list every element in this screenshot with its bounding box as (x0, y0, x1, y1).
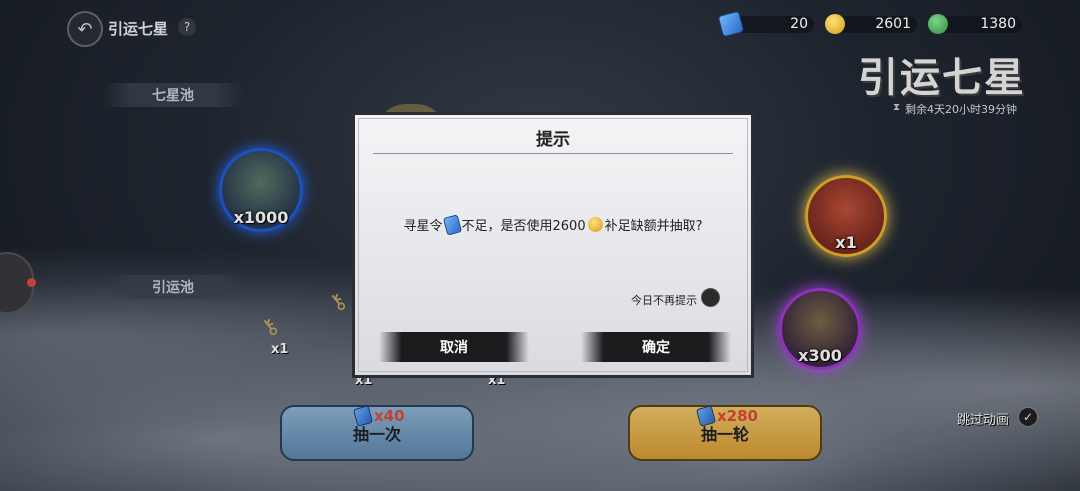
dont-remind-toggle[interactable] (701, 288, 720, 307)
jade-count: 1380 (980, 16, 1016, 32)
prompt-dialog: 提示 寻星令 不足，是否使用2600 补足缺额并抽取? 今日不再提示 取消 确定 (352, 112, 754, 378)
gold-count: 2601 (875, 16, 911, 32)
dialog-message: 寻星令 不足，是否使用2600 补足缺额并抽取? (355, 213, 751, 236)
dont-remind-label: 今日不再提示 (631, 294, 697, 307)
cancel-button[interactable]: 取消 (379, 332, 529, 362)
jade-icon (928, 14, 948, 34)
gold-coin-icon (825, 14, 845, 34)
dialog-divider (373, 153, 733, 154)
token-count: 20 (790, 16, 808, 32)
gold-coin-icon (587, 217, 603, 232)
dialog-title: 提示 (536, 130, 570, 150)
confirm-button[interactable]: 确定 (581, 332, 731, 362)
star-token-icon (442, 213, 462, 236)
